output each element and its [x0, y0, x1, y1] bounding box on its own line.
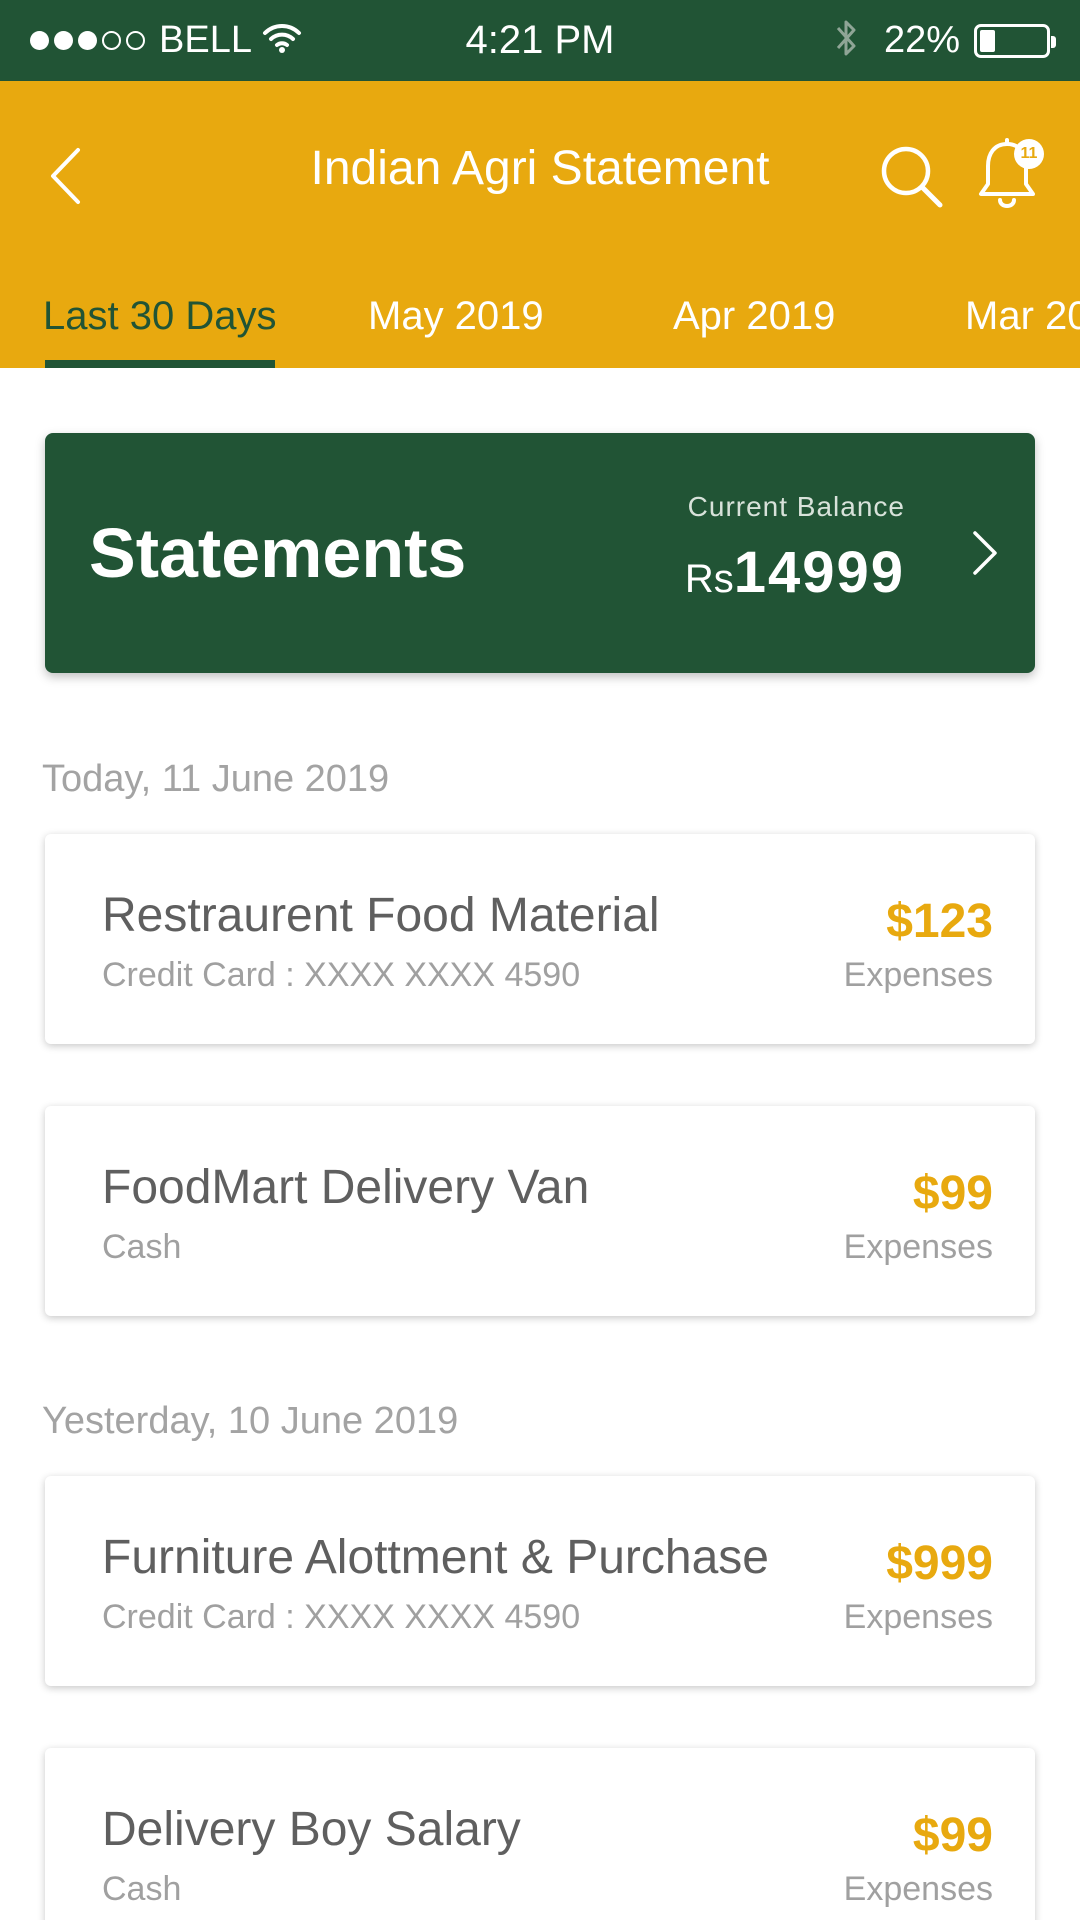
- transaction-title: Restraurent Food Material: [102, 889, 660, 942]
- tab-may-2019[interactable]: May 2019: [368, 286, 544, 368]
- period-tabs: Last 30 Days May 2019 Apr 2019 Mar 20: [0, 286, 1080, 368]
- current-balance-value: Rs14999: [685, 539, 905, 606]
- tab-mar-2019[interactable]: Mar 20: [965, 286, 1080, 368]
- currency-label: Rs: [684, 557, 734, 601]
- transaction-amount: $123: [886, 895, 993, 948]
- section-date-yesterday: Yesterday, 10 June 2019: [42, 1400, 459, 1442]
- transaction-payment-method: Credit Card : XXXX XXXX 4590: [102, 1598, 581, 1636]
- battery-icon: [974, 23, 1056, 58]
- section-date-today: Today, 11 June 2019: [42, 758, 390, 800]
- transaction-amount: $99: [912, 1167, 993, 1220]
- transaction-card[interactable]: Restraurent Food Material Credit Card : …: [45, 834, 1035, 1044]
- transaction-amount: $999: [886, 1537, 993, 1590]
- battery-level-fill: [980, 29, 996, 52]
- chevron-right-icon[interactable]: [965, 528, 1005, 578]
- transaction-amount: $99: [912, 1809, 993, 1862]
- transaction-payment-method: Credit Card : XXXX XXXX 4590: [102, 956, 581, 994]
- transaction-card[interactable]: Delivery Boy Salary Cash $99 Expenses: [45, 1748, 1035, 1920]
- transaction-payment-method: Cash: [102, 1870, 182, 1908]
- transaction-card[interactable]: FoodMart Delivery Van Cash $99 Expenses: [45, 1106, 1035, 1316]
- transaction-title: Delivery Boy Salary: [102, 1803, 521, 1856]
- transaction-type: Expenses: [843, 956, 993, 994]
- transaction-title: Furniture Alottment & Purchase: [102, 1531, 769, 1584]
- balance-amount: 14999: [733, 540, 905, 605]
- transaction-payment-method: Cash: [102, 1228, 182, 1266]
- bluetooth-icon: [834, 16, 860, 65]
- tab-last-30-days[interactable]: Last 30 Days: [43, 286, 276, 368]
- notification-count-badge: 11: [1014, 139, 1044, 169]
- current-balance-label: Current Balance: [687, 491, 905, 522]
- active-tab-indicator: [45, 360, 275, 368]
- transaction-title: FoodMart Delivery Van: [102, 1161, 590, 1214]
- status-bar-right: 22%: [834, 0, 1056, 81]
- statements-title: Statements: [89, 514, 467, 592]
- statements-balance-card[interactable]: Statements Current Balance Rs14999: [45, 433, 1035, 673]
- battery-percent: 22%: [883, 19, 960, 61]
- transaction-type: Expenses: [843, 1598, 993, 1636]
- notifications-button[interactable]: 11: [972, 131, 1044, 221]
- transaction-card[interactable]: Furniture Alottment & Purchase Credit Ca…: [45, 1476, 1035, 1686]
- transaction-type: Expenses: [843, 1870, 993, 1908]
- search-button[interactable]: [876, 136, 946, 216]
- search-icon: [881, 146, 943, 208]
- app-bar: Indian Agri Statement 11 Last 30 Days Ma…: [0, 81, 1080, 368]
- transaction-type: Expenses: [843, 1228, 993, 1266]
- tab-apr-2019[interactable]: Apr 2019: [673, 286, 835, 368]
- status-bar: BELL 4:21 PM 22%: [0, 0, 1080, 81]
